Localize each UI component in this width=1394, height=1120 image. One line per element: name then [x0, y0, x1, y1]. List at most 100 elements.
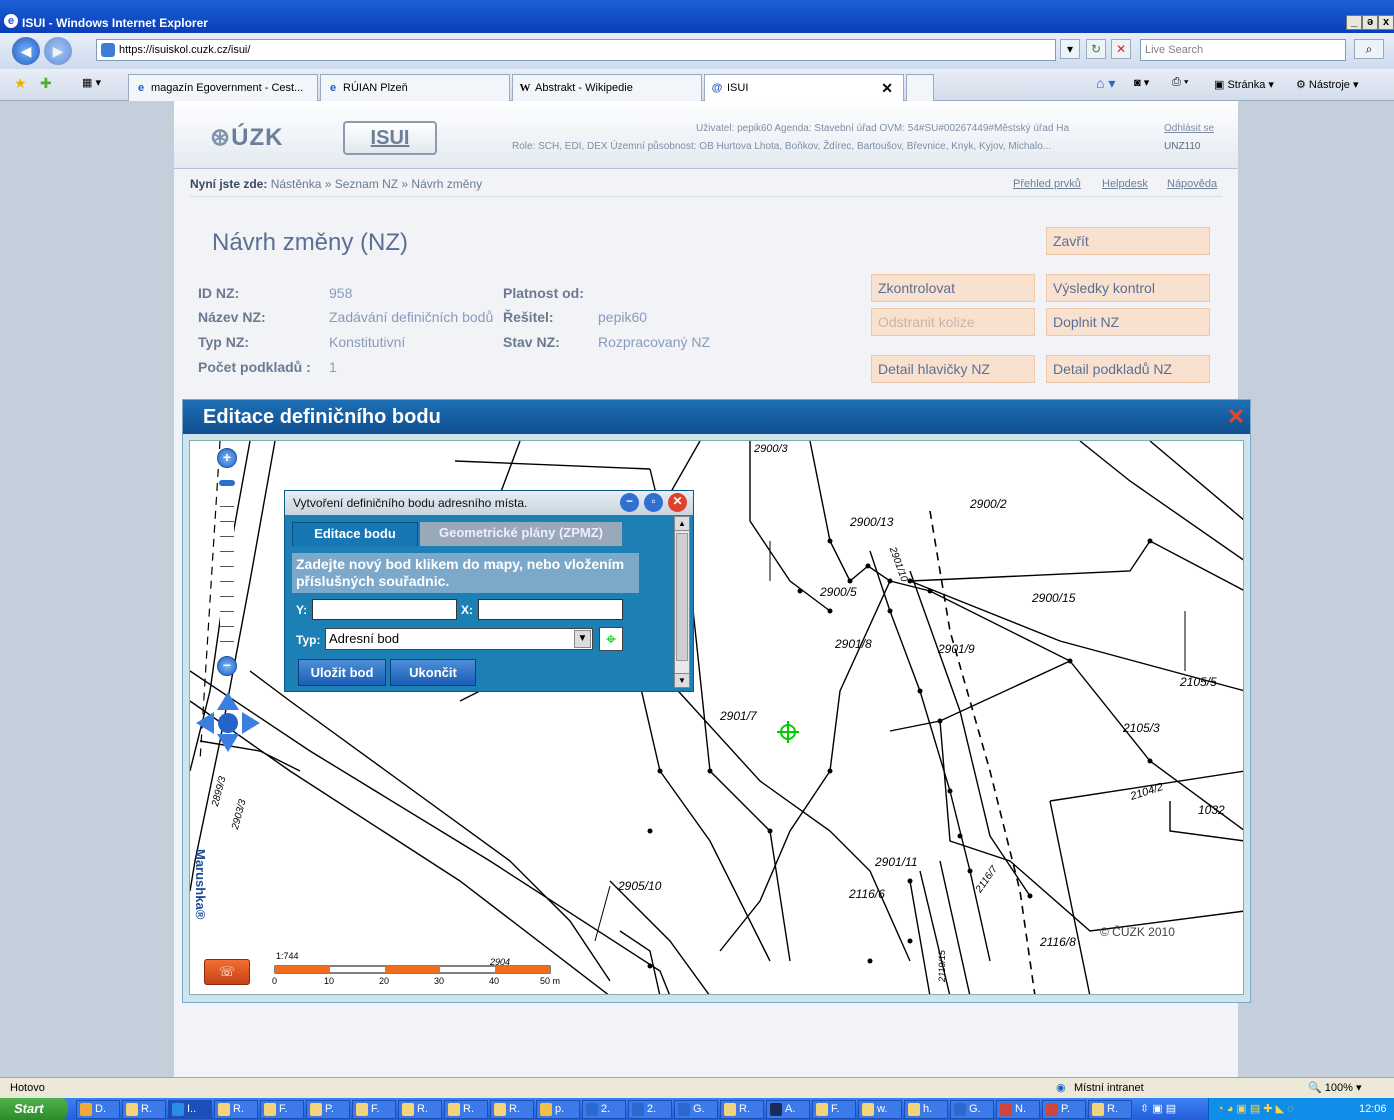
taskbar-item[interactable]: D. [76, 1100, 120, 1119]
tab-wikipedie[interactable]: W Abstrakt - Wikipedie [512, 74, 702, 101]
zoom-slider-handle[interactable] [219, 480, 235, 486]
dialog-scrollbar[interactable]: ▲ ▼ [674, 516, 690, 688]
start-button[interactable]: Start [0, 1098, 68, 1120]
taskbar-item[interactable]: P. [1042, 1100, 1086, 1119]
taskbar-item[interactable]: G. [950, 1100, 994, 1119]
edit-close-icon[interactable]: ✕ [1225, 406, 1247, 428]
restore-button[interactable]: ə [1362, 15, 1378, 30]
refresh-icon[interactable]: ↻ [1086, 39, 1106, 59]
zoom-in-icon[interactable]: + [217, 448, 237, 468]
taskbar-item[interactable]: R. [122, 1100, 166, 1119]
link-helpdesk[interactable]: Helpdesk [1102, 178, 1148, 190]
logout-link[interactable]: Odhlásit se [1164, 123, 1214, 134]
tools-menu[interactable]: ⚙ Nástroje ▾ [1296, 78, 1358, 91]
add-favorites-icon[interactable]: ✚ [40, 75, 52, 92]
scroll-up-icon[interactable]: ▲ [675, 517, 689, 531]
taskbar-item[interactable]: F. [260, 1100, 304, 1119]
role-info: Role: SCH, EDI, DEX Územní působnost: OB… [512, 141, 1052, 152]
taskbar-item[interactable]: w. [858, 1100, 902, 1119]
taskbar-item[interactable]: A. [766, 1100, 810, 1119]
save-point-button[interactable]: Uložit bod [298, 659, 386, 686]
taskbar-item[interactable]: F. [352, 1100, 396, 1119]
pan-down-icon[interactable] [217, 734, 239, 752]
taskbar-item[interactable]: R. [490, 1100, 534, 1119]
taskbar-item[interactable]: N. [996, 1100, 1040, 1119]
pan-left-icon[interactable] [196, 712, 214, 734]
end-button[interactable]: Ukončit [390, 659, 476, 686]
parcel-label: 2900/15 [1032, 591, 1076, 605]
link-napoveda[interactable]: Nápověda [1167, 178, 1217, 190]
check-button[interactable]: Zkontrolovat [871, 274, 1035, 302]
type-select[interactable]: Adresní bod ▼ [325, 628, 593, 650]
scroll-thumb[interactable] [676, 533, 688, 661]
taskbar-item[interactable]: F. [812, 1100, 856, 1119]
zoom-out-icon[interactable]: − [217, 656, 237, 676]
taskbar-item[interactable]: G. [674, 1100, 718, 1119]
pan-up-icon[interactable] [217, 692, 239, 710]
language-indicator-icon[interactable]: ⇳ ▣ ▤ [1140, 1100, 1200, 1119]
new-tab-button[interactable] [906, 74, 934, 101]
print-map-icon[interactable]: ☏ [204, 959, 250, 985]
results-button[interactable]: Výsledky kontrol [1046, 274, 1210, 302]
minimize-button[interactable]: _ [1346, 15, 1362, 30]
taskbar-item[interactable]: R. [398, 1100, 442, 1119]
cuzk-logo[interactable]: ⊛ÚZK [210, 120, 283, 152]
scroll-down-icon[interactable]: ▼ [675, 673, 689, 687]
taskbar-item[interactable]: h. [904, 1100, 948, 1119]
window-titlebar[interactable]: e ISUI - Windows Internet Explorer _ ə x [0, 0, 1394, 33]
stop-icon[interactable]: ✕ [1111, 39, 1131, 59]
tab-isui[interactable]: @ ISUI ✕ [704, 74, 904, 101]
taskbar-item[interactable]: R. [444, 1100, 488, 1119]
taskbar-item[interactable]: p. [536, 1100, 580, 1119]
taskbar-item[interactable]: 2. [582, 1100, 626, 1119]
zoom-level[interactable]: 🔍 100% ▾ [1308, 1078, 1361, 1098]
header-detail-button[interactable]: Detail hlavičky NZ [871, 355, 1035, 383]
search-icon[interactable]: ⌕ [1354, 39, 1384, 59]
home-icon[interactable]: ⌂ ▾ [1096, 75, 1115, 92]
taskbar-item-label: G. [969, 1103, 981, 1115]
close-window-button[interactable]: x [1378, 15, 1394, 30]
url-dropdown-icon[interactable]: ▾ [1060, 39, 1080, 59]
complete-nz-button[interactable]: Doplnit NZ [1046, 308, 1210, 336]
print-icon[interactable]: ⎙ ▾ [1172, 76, 1188, 89]
taskbar-item-label: P. [325, 1103, 334, 1115]
dialog-restore-icon[interactable]: ▫ [644, 493, 663, 512]
forward-button[interactable]: ▶ [44, 37, 72, 65]
pan-center-icon[interactable] [218, 713, 238, 733]
tab-close-icon[interactable]: ✕ [881, 75, 893, 101]
dialog-close-icon[interactable]: ✕ [668, 493, 687, 512]
pan-right-icon[interactable] [242, 712, 260, 734]
taskbar-item[interactable]: R. [1088, 1100, 1132, 1119]
dialog-minimize-icon[interactable]: − [620, 493, 639, 512]
zoom-slider-track[interactable] [220, 492, 234, 644]
pick-point-icon[interactable]: ⌖ [599, 627, 623, 651]
taskbar-item[interactable]: R. [214, 1100, 258, 1119]
isui-logo[interactable]: ISUI [343, 121, 437, 155]
page-menu[interactable]: ▣ Stránka ▾ [1214, 78, 1274, 91]
pan-control[interactable] [196, 692, 260, 752]
breadcrumb-path[interactable]: Nástěnka » Seznam NZ » Návrh změny [271, 177, 482, 191]
tab-magazin[interactable]: e magazín Egovernment - Cest... [128, 74, 318, 101]
tray-icons[interactable]: ◔ ◕ ▣ ▤ ✚ ◣ ◌ [1217, 1098, 1294, 1120]
back-button[interactable]: ◀ [12, 37, 40, 65]
link-prehled-prvku[interactable]: Přehled prvků [1013, 178, 1081, 190]
url-field[interactable]: https://isuiskol.cuzk.cz/isui/ [96, 39, 1056, 61]
chevron-down-icon[interactable]: ▼ [574, 630, 591, 648]
taskbar-item[interactable]: P. [306, 1100, 350, 1119]
close-button[interactable]: Zavřít [1046, 227, 1210, 255]
tab-ruian[interactable]: e RÚIAN Plzeň [320, 74, 510, 101]
taskbar-item-label: G. [693, 1103, 705, 1115]
search-input[interactable]: Live Search [1140, 39, 1346, 61]
feeds-icon[interactable]: ◙ ▾ [1134, 76, 1149, 89]
sources-detail-button[interactable]: Detail podkladů NZ [1046, 355, 1210, 383]
y-coordinate-input[interactable] [312, 599, 457, 620]
taskbar-item[interactable]: 2. [628, 1100, 672, 1119]
tab-geometricke-plany[interactable]: Geometrické plány (ZPMZ) [420, 522, 622, 546]
x-coordinate-input[interactable] [478, 599, 623, 620]
favorites-star-icon[interactable]: ★ [14, 75, 27, 92]
quick-tabs-icon[interactable]: ▦ ▾ [82, 76, 101, 89]
taskbar-item[interactable]: R. [720, 1100, 764, 1119]
taskbar-item-active[interactable]: I.. [168, 1100, 212, 1119]
ie-page-icon: e [329, 82, 337, 94]
tab-editace-bodu[interactable]: Editace bodu [292, 522, 418, 546]
